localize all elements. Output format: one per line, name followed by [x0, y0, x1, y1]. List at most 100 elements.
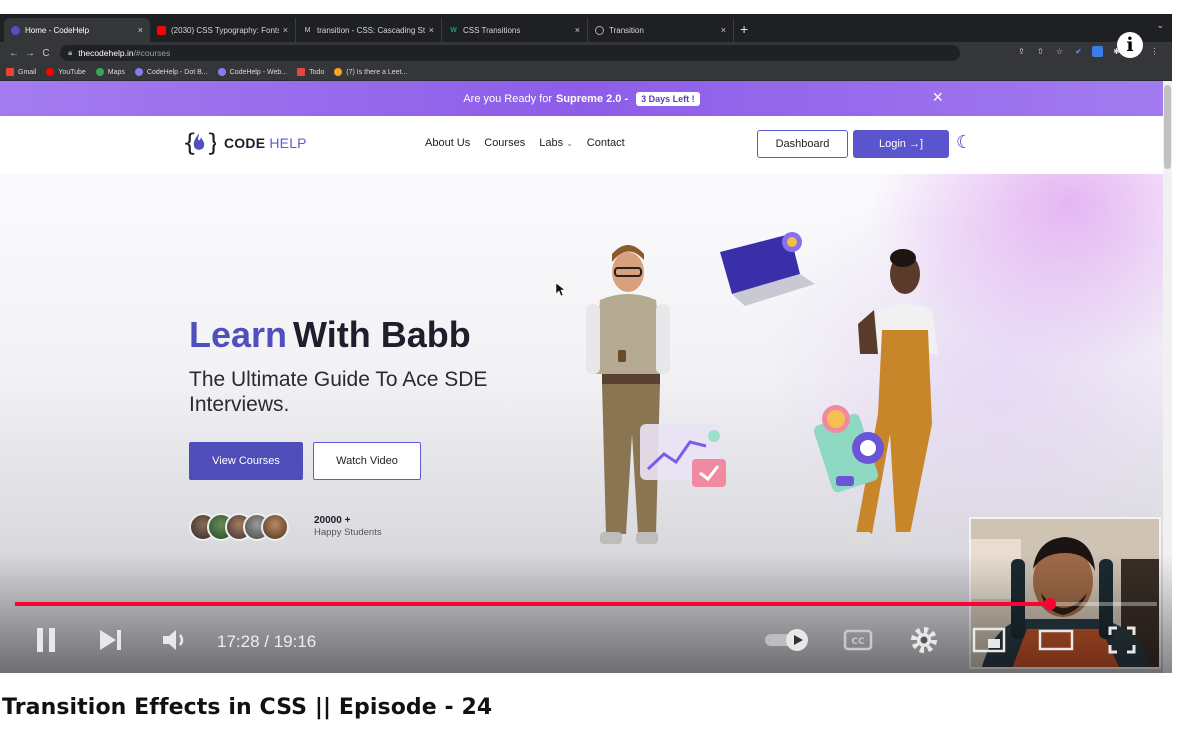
- upload-icon: ⇧: [1037, 47, 1044, 56]
- logo-text: CODE HELP: [224, 135, 307, 151]
- extension-icon: [1092, 46, 1103, 57]
- info-icon[interactable]: i: [1117, 32, 1143, 58]
- progress-bar[interactable]: [15, 598, 1157, 610]
- bookmark: CodeHelp - Web...: [217, 68, 288, 76]
- site-navbar: { } CODE HELP About Us Courses Labs⌄ Con…: [0, 116, 1163, 174]
- browser-address-bar: ← → C 🔒︎ thecodehelp.in/#courses ⇪ ⇧ ☆ ✔…: [0, 42, 1172, 64]
- students-count: 20000 +: [314, 515, 351, 526]
- promo-badge: 3 Days Left !: [636, 91, 700, 106]
- logo-word: CODE: [224, 135, 266, 151]
- leetcode-icon: [334, 68, 343, 76]
- browser-tab: Transition ×: [588, 18, 734, 42]
- new-tab-icon: +: [740, 21, 749, 37]
- autoplay-icon: [765, 629, 808, 651]
- progress-scrubber[interactable]: [1043, 598, 1056, 610]
- theater-mode-button[interactable]: [1036, 618, 1076, 662]
- autoplay-toggle[interactable]: [763, 618, 811, 662]
- player-controls: 17:28 / 19:16 CC: [0, 618, 1172, 662]
- man-illustration: [586, 245, 670, 544]
- close-icon: ×: [720, 25, 726, 35]
- captions-button[interactable]: CC: [840, 618, 876, 662]
- gmail-icon: [6, 68, 14, 76]
- close-icon: ×: [137, 25, 143, 35]
- back-icon: ←: [9, 47, 19, 59]
- bookmark: YouTube: [46, 68, 86, 76]
- mdn-favicon-icon: M: [304, 26, 311, 34]
- miniplayer-button[interactable]: [971, 618, 1007, 662]
- menu-icon: ⋮: [1150, 47, 1159, 56]
- fullscreen-icon: [1108, 626, 1136, 654]
- watch-video-button: Watch Video: [313, 442, 421, 480]
- lock-icon: 🔒︎: [68, 48, 73, 57]
- browser-tab-bar: Home - CodeHelp × (2030) CSS Typography:…: [0, 14, 1172, 42]
- chevron-down-icon: ⌄: [566, 139, 573, 148]
- bookmark: Maps: [95, 68, 125, 76]
- browser-tab: W CSS Transitions ×: [442, 18, 588, 42]
- bookmark-label: Todo: [309, 68, 325, 76]
- codehelp-logo-icon: { }: [182, 129, 216, 157]
- bookmark-label: CodeHelp - Web...: [229, 68, 288, 76]
- pause-icon: [37, 628, 55, 652]
- volume-button[interactable]: [160, 618, 190, 662]
- tab-label: Home - CodeHelp: [25, 25, 90, 35]
- scrollbar-thumb: [1164, 85, 1171, 169]
- svg-text:}: }: [206, 129, 216, 157]
- forward-icon: →: [25, 47, 35, 59]
- share-icon: ⇪: [1018, 47, 1025, 56]
- codehelp-icon: [217, 68, 226, 76]
- hero-subtitle: The Ultimate Guide To Ace SDE Interviews…: [189, 368, 488, 416]
- video-title: Transition Effects in CSS || Episode - 2…: [2, 695, 493, 720]
- youtube-favicon-icon: [157, 25, 166, 35]
- nav-links: About Us Courses Labs ⌄ Contact: [425, 137, 625, 149]
- close-icon: ×: [574, 25, 580, 35]
- maps-icon: [95, 68, 104, 76]
- url-host: thecodehelp.in: [78, 48, 134, 58]
- svg-text:CC: CC: [851, 637, 865, 647]
- tab-label: transition - CSS: Cascading St: [317, 25, 425, 35]
- settings-button[interactable]: [906, 618, 942, 662]
- nav-about-link: About Us: [425, 137, 471, 149]
- close-icon: ×: [428, 25, 434, 35]
- chevron-down-icon: ⌄: [1156, 20, 1164, 30]
- bookmark-label: Maps: [107, 68, 125, 76]
- woman-illustration: [848, 249, 938, 544]
- codehelp-icon: [134, 68, 143, 76]
- video-player[interactable]: Home - CodeHelp × (2030) CSS Typography:…: [0, 14, 1172, 673]
- star-icon: ☆: [1055, 47, 1064, 56]
- pause-button[interactable]: [32, 618, 62, 662]
- hero-title: Learn With Babb: [189, 314, 471, 356]
- chart-card-illustration: [640, 424, 726, 487]
- browser-tab: (2030) CSS Typography: Fonts ×: [150, 18, 296, 42]
- next-button[interactable]: [96, 618, 126, 662]
- volume-icon: [163, 630, 184, 650]
- mouse-cursor-icon: [556, 283, 566, 297]
- fullscreen-button[interactable]: [1104, 618, 1140, 662]
- logo: { } CODE HELP: [182, 126, 307, 160]
- promo-banner: Are you Ready for Supreme 2.0 - 3 Days L…: [0, 81, 1163, 116]
- avatar: [261, 513, 289, 541]
- bookmark: Gmail: [6, 68, 36, 76]
- reload-icon: C: [42, 47, 50, 59]
- browser-tab: Home - CodeHelp ×: [4, 18, 150, 42]
- bookmarks-bar: Gmail YouTube Maps CodeHelp - Dot B... C…: [0, 64, 1172, 81]
- bookmark-label: CodeHelp - Dot B...: [146, 68, 208, 76]
- gear-icon: [911, 627, 937, 653]
- w3schools-favicon-icon: W: [450, 26, 457, 34]
- browser-tab: M transition - CSS: Cascading St ×: [296, 18, 442, 42]
- url-path: /#courses: [133, 48, 171, 58]
- view-courses-button: View Courses: [189, 442, 303, 480]
- logo-word-highlight: HELP: [269, 135, 307, 151]
- promo-bold-text: Supreme 2.0 -: [555, 92, 629, 105]
- globe-favicon-icon: [595, 25, 604, 35]
- progress-bar-fill: [15, 602, 1050, 606]
- tab-label: (2030) CSS Typography: Fonts: [171, 25, 279, 35]
- bookmark-label: YouTube: [58, 68, 86, 76]
- bookmark: CodeHelp - Dot B...: [134, 68, 208, 76]
- theater-mode-icon: [1038, 629, 1074, 651]
- youtube-icon: [46, 68, 55, 76]
- todo-icon: [297, 68, 306, 76]
- bookmark: Todo: [297, 68, 324, 76]
- nav-contact-link: Contact: [586, 137, 625, 149]
- bookmark-label: (7) Is there a Leet...: [346, 68, 408, 76]
- close-icon: ×: [282, 25, 288, 35]
